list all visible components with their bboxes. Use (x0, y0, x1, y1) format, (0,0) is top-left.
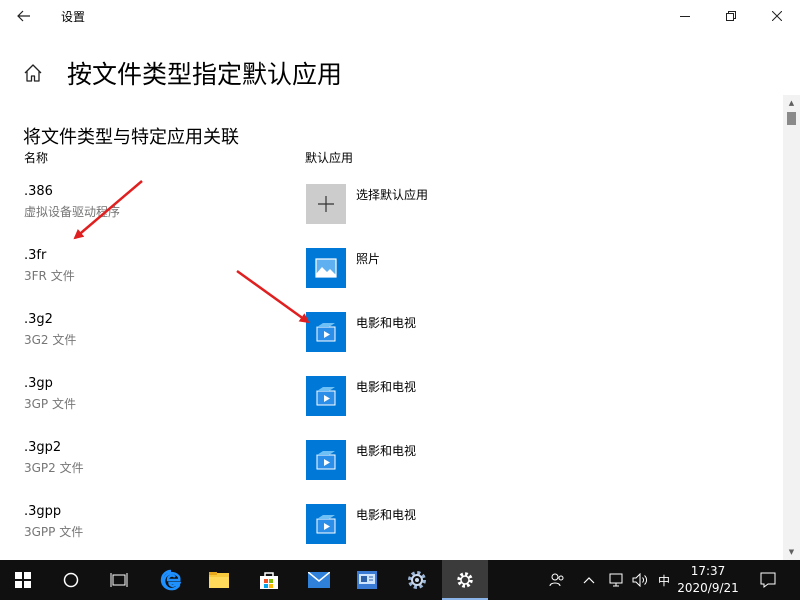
chevron-up-icon (583, 577, 595, 584)
task-view-icon (110, 573, 128, 587)
file-type-description: 3FR 文件 (24, 269, 75, 283)
home-button[interactable] (22, 62, 44, 84)
movies-tv-icon (316, 515, 336, 534)
back-arrow-icon (17, 10, 30, 22)
clock-date: 2020/9/21 (677, 581, 739, 595)
settings-gear-button[interactable] (394, 560, 440, 600)
default-app-name[interactable]: 电影和电视 (356, 378, 416, 395)
people-icon (549, 573, 564, 587)
show-hidden-icons-button[interactable] (580, 560, 598, 600)
volume-icon (632, 573, 647, 587)
minimize-icon (680, 16, 690, 17)
movies-tv-icon (316, 387, 336, 406)
task-view-button[interactable] (96, 560, 142, 600)
people-button[interactable] (546, 560, 568, 600)
default-app-name[interactable]: 电影和电视 (356, 442, 416, 459)
title-bar: 设置 (0, 0, 800, 32)
settings-active-button[interactable] (442, 560, 488, 600)
list-item: .3fr 3FR 文件 照片 (0, 248, 780, 312)
app-icon (357, 571, 377, 589)
minimize-button[interactable] (662, 0, 708, 32)
default-app-button[interactable] (306, 248, 346, 288)
scroll-thumb[interactable] (787, 112, 796, 125)
notification-icon (760, 572, 776, 588)
restore-button[interactable] (708, 0, 754, 32)
file-extension: .3fr (24, 248, 47, 263)
close-icon (772, 11, 782, 21)
input-method-indicator[interactable]: 中 (654, 560, 674, 600)
file-explorer-button[interactable] (196, 560, 242, 600)
network-button[interactable] (606, 560, 626, 600)
start-button[interactable] (0, 560, 46, 600)
settings-gear-icon (408, 571, 426, 589)
vertical-scrollbar[interactable]: ▲ ▼ (783, 95, 800, 560)
file-extension: .386 (24, 184, 53, 199)
page-title: 按文件类型指定默认应用 (67, 60, 343, 89)
default-app-name[interactable]: 照片 (356, 250, 380, 267)
file-explorer-icon (209, 572, 229, 588)
file-type-description: 虚拟设备驱动程序 (24, 205, 121, 219)
default-app-button[interactable] (306, 376, 346, 416)
notification-button[interactable] (752, 560, 784, 600)
edge-icon (160, 569, 182, 591)
column-header-name: 名称 (24, 151, 49, 165)
scroll-up-button[interactable]: ▲ (783, 95, 800, 111)
file-type-description: 3G2 文件 (24, 333, 77, 347)
store-icon (260, 572, 278, 589)
settings-window: 设置 按文件类型指定默认应用 将文件类型与特定应用关联 名称 默认应用 .386… (0, 0, 800, 560)
network-icon (609, 573, 623, 587)
file-type-description: 3GP 文件 (24, 397, 76, 411)
list-item: .3gpp 3GPP 文件 电影和电视 (0, 504, 780, 560)
plus-icon (318, 196, 334, 212)
file-extension: .3gpp (24, 504, 62, 519)
list-item: .3g2 3G2 文件 电影和电视 (0, 312, 780, 376)
file-extension: .3gp (24, 376, 53, 391)
default-app-button[interactable] (306, 440, 346, 480)
clock-time: 17:37 (690, 564, 726, 578)
mail-icon (308, 572, 330, 588)
default-app-name[interactable]: 电影和电视 (356, 506, 416, 523)
window-title: 设置 (61, 10, 86, 24)
app-button[interactable] (344, 560, 390, 600)
home-icon (24, 64, 42, 82)
volume-button[interactable] (630, 560, 650, 600)
file-extension: .3gp2 (24, 440, 62, 455)
search-button[interactable] (48, 560, 94, 600)
choose-default-app-button[interactable] (306, 184, 346, 224)
photos-icon (315, 258, 337, 278)
default-app-name[interactable]: 电影和电视 (356, 314, 416, 331)
taskbar: 中 17:37 2020/9/21 (0, 560, 800, 600)
scroll-down-button[interactable]: ▼ (783, 544, 800, 560)
edge-button[interactable] (148, 560, 194, 600)
file-extension: .3g2 (24, 312, 53, 327)
default-app-button[interactable] (306, 312, 346, 352)
file-type-description: 3GPP 文件 (24, 525, 84, 539)
movies-tv-icon (316, 323, 336, 342)
mail-button[interactable] (296, 560, 342, 600)
back-button[interactable] (8, 2, 40, 30)
list-item: .3gp 3GP 文件 电影和电视 (0, 376, 780, 440)
restore-icon (726, 11, 736, 21)
file-type-description: 3GP2 文件 (24, 461, 84, 475)
store-button[interactable] (246, 560, 292, 600)
default-app-button[interactable] (306, 504, 346, 544)
clock[interactable]: 17:37 2020/9/21 (676, 563, 740, 599)
movies-tv-icon (316, 451, 336, 470)
search-circle-icon (63, 572, 79, 588)
start-icon (15, 572, 31, 588)
settings-active-icon (457, 572, 473, 588)
section-title: 将文件类型与特定应用关联 (23, 127, 239, 148)
column-header-default-app: 默认应用 (305, 151, 354, 165)
default-app-name[interactable]: 选择默认应用 (356, 186, 428, 203)
list-item: .386 虚拟设备驱动程序 选择默认应用 (0, 184, 780, 248)
close-button[interactable] (754, 0, 800, 32)
list-item: .3gp2 3GP2 文件 电影和电视 (0, 440, 780, 504)
